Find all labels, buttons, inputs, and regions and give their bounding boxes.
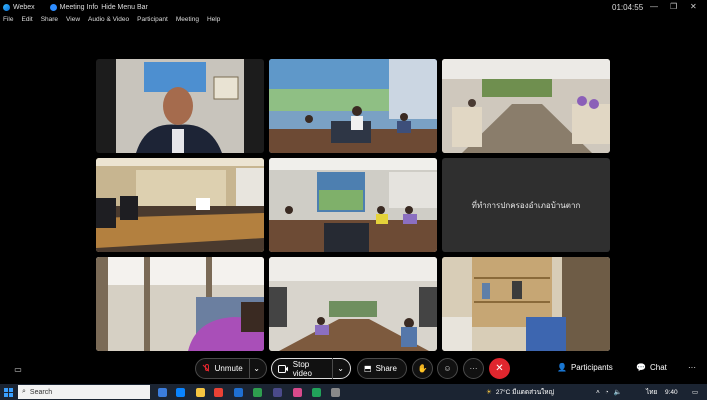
close-icon: ✕ <box>495 363 504 374</box>
divider <box>248 358 250 379</box>
meeting-timer: 01:04:55 <box>612 3 644 12</box>
chat-button[interactable]: 💬 Chat <box>636 363 667 372</box>
app-icon-green[interactable] <box>312 388 321 397</box>
app-name: Webex <box>13 4 35 11</box>
participant-video <box>269 59 437 153</box>
participant-video <box>442 257 610 351</box>
app-title: Webex <box>3 4 35 11</box>
title-bar: Webex Meeting Info Hide Menu Bar <box>0 0 707 15</box>
participant-video <box>96 158 264 252</box>
stop-video-button[interactable]: Stop video ⌄ <box>271 358 351 379</box>
system-tray-icons: ˄ ◔ 🔈 <box>596 384 627 400</box>
hide-menu-bar-button[interactable]: Hide Menu Bar <box>101 4 148 11</box>
stop-video-label: Stop video <box>292 359 312 378</box>
muted-mic-icon <box>202 363 209 371</box>
video-tile-8[interactable] <box>269 257 437 351</box>
unmute-label: Unmute <box>214 364 243 373</box>
weather-widget[interactable]: ☀ 27°C มีแดดส่วนใหญ่ <box>486 384 554 400</box>
webex-taskbar-icon[interactable] <box>273 388 282 397</box>
video-tile-3[interactable] <box>442 59 610 153</box>
overflow-menu-icon[interactable]: ··· <box>688 363 696 372</box>
participant-name-label: ที่ทำการปกครองอำเภอบ้านตาก <box>471 200 581 210</box>
taskbar-search-box[interactable]: ⌕ Search <box>18 385 150 399</box>
reactions-icon[interactable]: ☺ <box>437 358 458 379</box>
notification-icon[interactable]: ▭ <box>692 384 698 400</box>
line-app-icon[interactable] <box>253 388 262 397</box>
windows-logo-icon <box>3 387 13 397</box>
divider <box>332 358 334 379</box>
minimize-icon[interactable]: — <box>650 2 658 11</box>
edge-icon[interactable] <box>176 388 185 397</box>
menu-bar: File Edit Share View Audio & Video Parti… <box>0 16 225 28</box>
participants-label: Participants <box>570 363 613 372</box>
menu-participant[interactable]: Participant <box>137 16 168 28</box>
volume-icon[interactable]: 🔈 <box>614 388 622 396</box>
chrome-icon[interactable] <box>214 388 223 397</box>
chat-label: Chat <box>649 363 667 372</box>
video-tile-1[interactable] <box>96 59 264 153</box>
meeting-info-button[interactable]: Meeting Info <box>38 4 99 11</box>
caption-icon[interactable]: ▭ <box>10 362 26 376</box>
raise-hand-icon[interactable]: ✋ <box>412 358 433 379</box>
chevron-down-icon[interactable]: ⌄ <box>253 364 260 373</box>
hide-menu-label: Hide Menu Bar <box>101 4 148 11</box>
unmute-button[interactable]: Unmute ⌄ <box>195 358 267 379</box>
video-tile-2[interactable] <box>269 59 437 153</box>
participant-video <box>269 257 437 351</box>
search-icon: ⌕ <box>22 388 26 395</box>
participants-button[interactable]: 👤 Participants <box>557 363 613 372</box>
share-label: Share <box>375 364 397 373</box>
language-indicator[interactable]: ไทย <box>646 384 657 400</box>
store-icon[interactable] <box>234 388 243 397</box>
video-tile-9[interactable] <box>442 257 610 351</box>
video-tile-7[interactable] <box>96 257 264 351</box>
leave-meeting-button[interactable]: ✕ <box>489 358 510 379</box>
menu-edit[interactable]: Edit <box>21 16 32 28</box>
info-icon <box>49 4 57 11</box>
participant-video <box>269 158 437 252</box>
search-placeholder: Search <box>29 388 53 396</box>
share-screen-icon: ⬒ <box>364 364 372 373</box>
video-tile-6[interactable]: ที่ทำการปกครองอำเภอบ้านตาก <box>442 158 610 252</box>
more-label: ··· <box>469 364 478 373</box>
participant-video <box>442 59 610 153</box>
chevron-up-icon[interactable]: ˄ <box>596 389 600 396</box>
more-options-button[interactable]: ··· <box>463 358 484 379</box>
webex-logo-icon <box>3 4 10 11</box>
menu-view[interactable]: View <box>66 16 80 28</box>
close-icon[interactable]: ✕ <box>690 2 697 11</box>
meeting-info-label: Meeting Info <box>59 4 99 11</box>
video-tile-5[interactable] <box>269 158 437 252</box>
settings-gear-icon[interactable] <box>331 388 340 397</box>
file-explorer-icon[interactable] <box>196 388 205 397</box>
video-tile-4[interactable] <box>96 158 264 252</box>
chat-icon: 💬 <box>636 363 646 372</box>
menu-file[interactable]: File <box>3 16 13 28</box>
menu-help[interactable]: Help <box>207 16 220 28</box>
participant-video <box>116 59 244 153</box>
participant-video <box>96 257 264 351</box>
weather-label: 27°C มีแดดส่วนใหญ่ <box>495 389 555 396</box>
chevron-down-icon[interactable]: ⌄ <box>337 364 344 373</box>
windows-start-icon[interactable] <box>0 384 16 400</box>
menu-audio-video[interactable]: Audio & Video <box>88 16 129 28</box>
menu-meeting[interactable]: Meeting <box>176 16 199 28</box>
network-icon[interactable]: ◔ <box>605 389 609 396</box>
restore-icon[interactable]: ❐ <box>670 2 677 11</box>
menu-share[interactable]: Share <box>41 16 58 28</box>
taskbar-clock[interactable]: 9:40 <box>665 384 678 400</box>
weather-sun-icon: ☀ <box>486 389 492 396</box>
app-icon-pink[interactable] <box>293 388 302 397</box>
video-camera-icon <box>278 364 288 373</box>
participants-icon: 👤 <box>557 363 567 372</box>
task-view-icon[interactable] <box>158 388 167 397</box>
share-button[interactable]: ⬒ Share <box>357 358 407 379</box>
